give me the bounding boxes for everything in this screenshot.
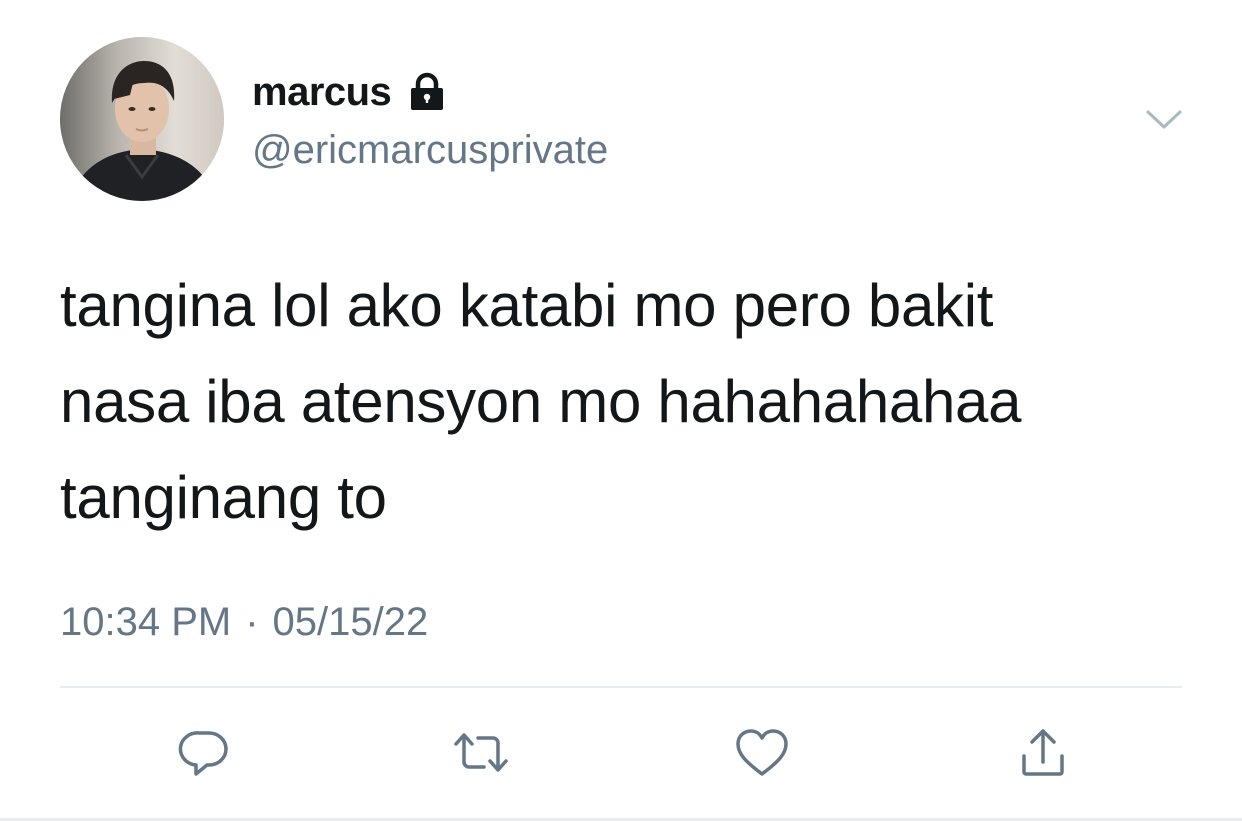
user-handle[interactable]: @ericmarcusprivate: [252, 124, 608, 176]
lock-icon: [405, 70, 449, 114]
meta-separator: ·: [245, 600, 259, 644]
tweet-timestamp[interactable]: 10:34 PM · 05/15/22: [60, 596, 428, 648]
action-bar: [0, 720, 1242, 790]
tweet-text: tangina lol ako katabi mo pero bakit nas…: [60, 272, 1022, 531]
retweet-button[interactable]: [446, 720, 516, 790]
tweet-time: 10:34 PM: [60, 600, 232, 644]
share-button[interactable]: [1008, 720, 1078, 790]
like-button[interactable]: [727, 720, 797, 790]
tweet-card: marcus @ericmarcusprivate tangina lol ak…: [0, 0, 1242, 821]
divider: [60, 686, 1182, 688]
reply-button[interactable]: [169, 720, 239, 790]
name-row: marcus: [252, 66, 449, 118]
heart-icon: [732, 724, 792, 787]
reply-icon: [175, 724, 233, 787]
share-icon: [1014, 724, 1072, 787]
chevron-down-icon[interactable]: [1142, 100, 1186, 140]
tweet-date: 05/15/22: [272, 600, 429, 644]
avatar-photo: [60, 37, 224, 201]
display-name[interactable]: marcus: [252, 66, 392, 118]
avatar[interactable]: [60, 37, 224, 201]
retweet-icon: [450, 724, 512, 787]
